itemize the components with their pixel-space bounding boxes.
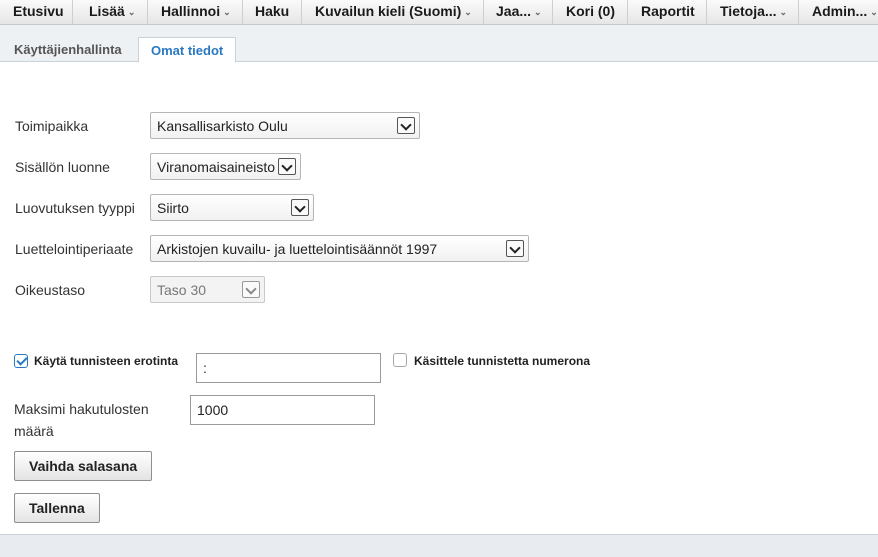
menu-item-kuvailun-kieli[interactable]: Kuvailun kieli (Suomi) ⌄: [301, 0, 483, 25]
tunniste-erotin-input[interactable]: [196, 353, 381, 383]
menu-label: Kuvailun kieli (Suomi): [315, 3, 462, 19]
select-value: Siirto: [157, 200, 189, 216]
footer-bar: [0, 534, 878, 557]
chevron-down-icon: ⌄: [464, 7, 472, 17]
top-menu-bar: Etusivu Lisää ⌄ Hallinnoi ⌄ Haku Kuvailun …: [0, 0, 878, 25]
select-value: Kansallisarkisto Oulu: [157, 118, 288, 134]
chevron-down-icon: ⌄: [223, 7, 231, 17]
luettelointiperiaate-label: Luettelointiperiaate: [15, 241, 134, 257]
chevron-down-icon: ⌄: [127, 7, 136, 17]
chevron-down-icon: [278, 158, 296, 175]
menu-label: Raportit: [641, 3, 695, 19]
select-value: Arkistojen kuvailu- ja luettelointisäänn…: [157, 241, 438, 257]
chevron-down-icon: ⌄: [534, 7, 542, 17]
tab-bar: Käyttäjienhallinta Omat tiedot: [0, 25, 878, 63]
tunniste-numero-label: Käsittele tunnistetta numerona: [414, 354, 591, 368]
label-line-1: Maksimi hakutulosten: [14, 401, 149, 417]
chevron-down-icon: [291, 199, 309, 216]
menu-label: Tietoja...: [720, 3, 777, 19]
tab-label: Käyttäjienhallinta: [14, 42, 122, 57]
select-value: Viranomaisaineisto: [157, 159, 276, 175]
chevron-down-icon: [506, 240, 524, 257]
menu-item-tietoja[interactable]: Tietoja... ⌄: [706, 0, 798, 25]
tunniste-erotin-label: Käytä tunnisteen erotinta: [34, 354, 179, 368]
label-line-2: määrä: [14, 423, 54, 439]
save-button[interactable]: Tallenna: [14, 493, 100, 523]
menu-item-hallinnoi[interactable]: Hallinnoi ⌄: [147, 0, 242, 25]
toimipaikka-select[interactable]: Kansallisarkisto Oulu: [150, 112, 420, 139]
menu-item-kori[interactable]: Kori (0): [552, 0, 627, 25]
change-password-button[interactable]: Vaihda salasana: [14, 451, 153, 481]
luovutuksen-tyyppi-label: Luovutuksen tyyppi: [15, 200, 135, 216]
maksimi-hakutulokset-label: Maksimi hakutulosten määrä: [14, 398, 149, 442]
tab-label: Omat tiedot: [151, 43, 224, 58]
chevron-down-icon: ⌄: [779, 7, 788, 17]
luettelointiperiaate-select[interactable]: Arkistojen kuvailu- ja luettelointisäänn…: [150, 235, 529, 262]
chevron-down-icon: ⌄: [870, 7, 878, 17]
menu-label: Etusivu: [13, 3, 64, 19]
menu-item-jaa[interactable]: Jaa... ⌄: [483, 0, 552, 25]
tunniste-numero-checkbox[interactable]: [393, 353, 407, 367]
sisallon-luonne-select[interactable]: Viranomaisaineisto: [150, 153, 301, 180]
oikeustaso-label: Oikeustaso: [15, 282, 86, 298]
select-value: Taso 30: [157, 282, 207, 298]
menu-item-admin[interactable]: Admin... ⌄: [798, 0, 878, 25]
menu-label: Admin...: [812, 3, 868, 19]
toimipaikka-label: Toimipaikka: [15, 118, 89, 134]
tab-omat-tiedot[interactable]: Omat tiedot: [138, 37, 237, 63]
menu-item-haku[interactable]: Haku: [242, 0, 301, 25]
menu-label: Hallinnoi: [161, 3, 221, 19]
menu-label: Jaa...: [496, 3, 532, 19]
menu-item-raportit[interactable]: Raportit: [627, 0, 706, 25]
oikeustaso-select: Taso 30: [150, 276, 265, 303]
chevron-down-icon: [397, 117, 415, 134]
chevron-down-icon: [242, 281, 260, 298]
maksimi-hakutulokset-input[interactable]: [190, 395, 375, 425]
menu-item-etusivu[interactable]: Etusivu: [0, 0, 72, 25]
menu-label: Haku: [255, 3, 290, 19]
menu-label: Kori (0): [566, 3, 615, 19]
menu-label: Lisää: [89, 3, 125, 19]
tunniste-erotin-checkbox[interactable]: [14, 354, 28, 368]
menu-item-lisaa[interactable]: Lisää ⌄: [72, 0, 147, 25]
tab-kayttajienhallinta[interactable]: Käyttäjienhallinta: [2, 37, 134, 62]
luovutuksen-tyyppi-select[interactable]: Siirto: [150, 194, 314, 221]
sisallon-luonne-label: Sisällön luonne: [15, 159, 110, 175]
